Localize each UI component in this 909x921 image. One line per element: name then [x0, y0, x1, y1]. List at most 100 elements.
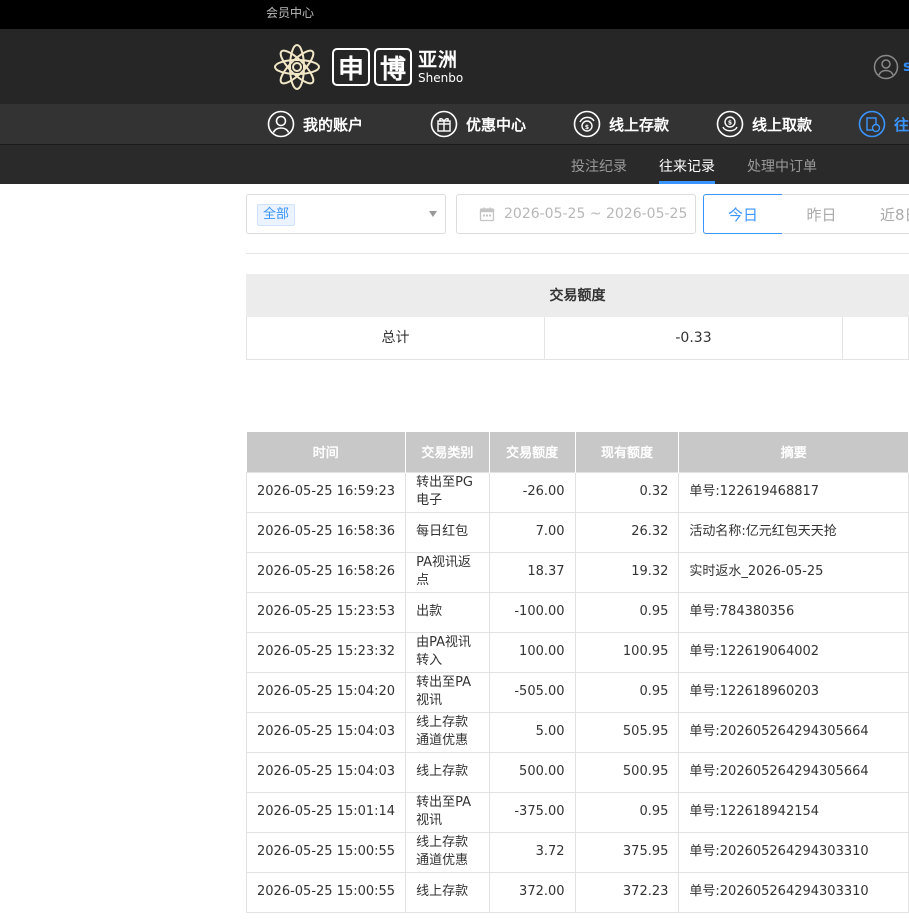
cell-balance: 0.95	[574, 671, 680, 713]
active-tab-indicator	[659, 181, 715, 184]
logo-char-1: 申	[332, 48, 370, 86]
cell-balance: 505.95	[574, 711, 680, 753]
cell-summary: 单号:122618960203	[678, 671, 909, 713]
tab-pending-orders[interactable]: 处理中订单	[747, 156, 817, 176]
cell-balance: 372.23	[574, 871, 680, 913]
table-row: 2026-05-25 15:01:14 转出至PA视讯 -375.00 0.95 单号:…	[245, 791, 909, 833]
username[interactable]: s	[903, 57, 909, 75]
cell-summary: 活动名称:亿元红包天天抢	[678, 511, 909, 553]
cell-balance: 0.95	[574, 591, 680, 633]
logo-en: Shenbo	[418, 70, 464, 85]
flower-logo-icon	[274, 44, 320, 90]
summary-row: 总计 -0.33	[246, 317, 909, 360]
nav-records[interactable]: 往	[858, 109, 909, 139]
transaction-type-select[interactable]: 全部	[246, 194, 446, 234]
cell-balance: 500.95	[574, 751, 680, 793]
nav-label: 优惠中心	[466, 115, 527, 134]
summary-empty-cell	[843, 317, 908, 359]
cell-balance: 375.95	[574, 831, 680, 873]
top-bar: 会员中心	[0, 0, 909, 29]
cell-type: 转出至PA视讯	[405, 671, 490, 713]
calendar-icon	[479, 207, 495, 222]
cell-type: 线上存款	[405, 751, 490, 793]
cell-time: 2026-05-25 15:04:03	[245, 711, 407, 753]
today-button[interactable]: 今日	[703, 194, 783, 234]
tab-transaction-records[interactable]: 往来记录	[659, 156, 715, 176]
cell-type: 出款	[405, 591, 490, 633]
cell-type: 转出至PA视讯	[405, 791, 490, 833]
table-row: 2026-05-25 15:23:53 出款 -100.00 0.95 单号:78438…	[245, 591, 909, 633]
cell-type: 线上存款通道优惠	[405, 711, 490, 753]
brand-logo[interactable]: 申 博 亚洲 Shenbo	[266, 37, 463, 97]
table-row: 2026-05-25 15:00:55 线上存款 372.00 372.23 单号:20…	[245, 871, 909, 913]
nav-label: 往	[894, 115, 909, 134]
cell-summary: 单号:202605264294305664	[678, 751, 909, 793]
summary-table: 交易额度 总计 -0.33	[246, 274, 909, 360]
cell-balance: 100.95	[574, 631, 680, 673]
nav-my-account[interactable]: 我的账户	[267, 109, 363, 139]
nav-label: 线上取款	[752, 115, 813, 134]
member-center-link[interactable]: 会员中心	[266, 4, 314, 21]
cell-summary: 单号:784380356	[678, 591, 909, 633]
chevron-down-icon	[429, 211, 437, 217]
nav-label: 我的账户	[303, 115, 364, 134]
nav-label: 线上存款	[609, 115, 670, 134]
logo-char-2: 博	[374, 48, 412, 86]
sub-nav: 投注纪录 往来记录 处理中订单	[0, 145, 909, 184]
cell-time: 2026-05-25 16:58:36	[245, 511, 407, 553]
cell-time: 2026-05-25 15:23:32	[245, 631, 407, 673]
cell-balance: 19.32	[574, 551, 680, 593]
table-row: 2026-05-25 16:59:23 转出至PG电子 -26.00 0.32 单号:1…	[245, 471, 909, 513]
deposit-icon: $	[573, 110, 601, 138]
withdraw-icon: $	[716, 110, 744, 138]
summary-label: 总计	[247, 317, 545, 359]
date-range-picker[interactable]: 2026-05-25 ~ 2026-05-25	[456, 194, 696, 234]
tab-bet-records[interactable]: 投注纪录	[571, 156, 627, 176]
cell-amount: 500.00	[488, 751, 576, 793]
last-8-days-button[interactable]: 近8日	[861, 194, 909, 234]
cell-amount: -100.00	[488, 591, 576, 633]
svg-text:$: $	[728, 120, 732, 127]
cell-summary: 实时返水_2026-05-25	[678, 551, 909, 593]
table-header-row: 时间 交易类别 交易额度 现有额度 摘要	[246, 432, 909, 472]
nav-promotions[interactable]: 优惠中心	[430, 109, 526, 139]
gift-icon	[430, 110, 458, 138]
table-row: 2026-05-25 16:58:26 PA视讯返点 18.37 19.32 实时返水_…	[245, 551, 909, 593]
cell-amount: 3.72	[488, 831, 576, 873]
table-row: 2026-05-25 16:58:36 每日红包 7.00 26.32 活动名称:亿元红…	[245, 511, 909, 553]
col-type: 交易类别	[405, 432, 490, 472]
yesterday-button[interactable]: 昨日	[782, 194, 862, 234]
cell-time: 2026-05-25 15:01:14	[245, 791, 407, 833]
col-time: 时间	[246, 432, 407, 472]
table-body: 2026-05-25 16:59:23 转出至PG电子 -26.00 0.32 单号:1…	[245, 471, 909, 913]
cell-time: 2026-05-25 15:00:55	[245, 831, 407, 873]
cell-type: 每日红包	[405, 511, 490, 553]
cell-time: 2026-05-25 16:59:23	[245, 471, 407, 513]
nav-online-deposit[interactable]: $ 线上存款	[573, 109, 669, 139]
table-row: 2026-05-25 15:00:55 线上存款通道优惠 3.72 375.95 单号:…	[245, 831, 909, 873]
cell-time: 2026-05-25 15:04:03	[245, 751, 407, 793]
cell-amount: 18.37	[488, 551, 576, 593]
summary-value: -0.33	[545, 317, 843, 359]
cell-amount: 100.00	[488, 631, 576, 673]
cell-summary: 单号:122619064002	[678, 631, 909, 673]
transaction-records-table: 时间 交易类别 交易额度 现有额度 摘要 2026-05-25 16:59:23…	[245, 432, 909, 913]
cell-summary: 单号:202605264294303310	[678, 831, 909, 873]
cell-amount: 5.00	[488, 711, 576, 753]
nav-online-withdraw[interactable]: $ 线上取款	[716, 109, 812, 139]
records-icon	[858, 110, 886, 138]
user-avatar-icon[interactable]	[873, 54, 899, 80]
cell-balance: 26.32	[574, 511, 680, 553]
user-icon	[267, 110, 295, 138]
logo-text: 亚洲 Shenbo	[418, 50, 464, 85]
cell-type: 转出至PG电子	[405, 471, 490, 513]
svg-text:$: $	[585, 124, 589, 131]
cell-time: 2026-05-25 15:04:20	[245, 671, 407, 713]
cell-time: 2026-05-25 16:58:26	[245, 551, 407, 593]
cell-amount: 7.00	[488, 511, 576, 553]
cell-summary: 单号:202605264294303310	[678, 871, 909, 913]
cell-type: 线上存款	[405, 871, 490, 913]
main-nav: 我的账户 优惠中心 $ 线上存款 $ 线上取款 往	[0, 104, 909, 145]
cell-time: 2026-05-25 15:00:55	[245, 871, 407, 913]
cell-summary: 单号:122618942154	[678, 791, 909, 833]
